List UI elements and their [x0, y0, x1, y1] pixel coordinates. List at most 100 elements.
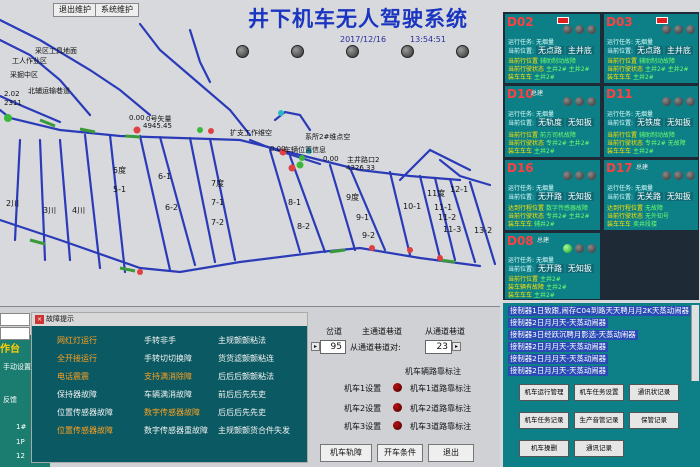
status-lamp-icon: [686, 171, 695, 180]
motor1-label: 机车1设置: [344, 384, 382, 393]
feedback-label: 反馈: [3, 396, 17, 404]
side-lane-label: 从通道巷道: [425, 327, 465, 336]
exit-button[interactable]: 退出: [428, 444, 474, 462]
trail-fault-button[interactable]: 机车轨障: [320, 444, 372, 462]
status-lamp-icon: [563, 244, 572, 253]
comm-status-record-button[interactable]: 通讯状记录: [629, 384, 679, 401]
fault-item: 数字传感器重故障: [144, 426, 208, 435]
select-box-2[interactable]: [0, 327, 30, 340]
status-lamp-icon: [575, 97, 584, 106]
message-line: 接制器2日月月天-天蒸动闹器: [508, 318, 609, 328]
fault-item: 货货滤颤颤粘连: [218, 354, 274, 363]
fault-item: 后后后先先吏: [218, 408, 266, 417]
map-label: 采掘中区: [10, 71, 38, 79]
road-label: 2川: [6, 199, 20, 208]
work-label: 作台: [0, 344, 20, 355]
vehicle-id: D17: [606, 161, 633, 175]
location-row: 当前位置: 无轨度 无知扳: [508, 118, 594, 127]
road-label: 9度: [346, 193, 360, 202]
motor2-status: 机车2道路靠标注: [410, 404, 472, 413]
location-row: 当前位置: 无关路 无知扳: [607, 192, 693, 201]
mode-label: 总建: [636, 164, 649, 171]
road-label: 7度: [211, 179, 225, 188]
road-label: 6-2: [165, 203, 179, 212]
vehicle-id: D11: [606, 87, 633, 101]
branch-4: [83, 133, 102, 270]
status-lamp-icon: [662, 171, 671, 180]
vehicle-task-setting-button[interactable]: 机车任务设置: [574, 384, 624, 401]
vehicle-card-d11[interactable]: D11 运行任务: 无烟量 当前位置: 无铁度 无知扳 当前行位置 辅助制动故障…: [604, 86, 698, 157]
status-lamp-icon: [563, 97, 572, 106]
close-icon[interactable]: ×: [35, 315, 44, 324]
side-count-input[interactable]: 23: [425, 340, 452, 354]
maintenance-record-button[interactable]: 保管记录: [629, 412, 679, 429]
popup-title: × 故障提示: [32, 313, 307, 326]
vehicle-id: D10: [507, 87, 534, 101]
map-label: 0.00: [270, 145, 286, 153]
message-line: 接制器2日月月天-天蒸动闹器: [508, 366, 609, 376]
decrement-button[interactable]: ▸: [311, 342, 320, 351]
increment-button[interactable]: ▸: [452, 342, 461, 351]
location-row: 当前位置: 无点路 主井底: [508, 46, 594, 55]
fault-item: 手转非手: [144, 336, 176, 345]
road-label: 11度: [427, 189, 446, 198]
road-label: 11-1: [434, 203, 453, 212]
map-label: 扩支工作维空: [230, 129, 272, 137]
map-label: 0.00: [323, 155, 339, 163]
location-row: 当前位置: 无开路 无知扳: [508, 264, 594, 273]
road-label: 13-2: [474, 226, 493, 235]
vehicle-card-d02[interactable]: D02 运行任务: 无烟量 当前位置: 无点路 主井底 当前行位置 辅助制动故障…: [505, 14, 600, 83]
fault-item: 位置传感器故障: [57, 408, 113, 417]
vehicle-card-d10[interactable]: D10 总建 运行任务: 无烟量 当前位置: 无轨度 无知扳 当前行位置 前方司…: [505, 86, 600, 157]
branch-13: [468, 180, 497, 266]
signal-indicator-icon: [393, 403, 402, 412]
vehicle-card-d17[interactable]: D17 总建 运行任务: 无烟量 当前位置: 无关路 无知扳 达到行程位置 无故…: [604, 160, 698, 230]
status-lamp-icon: [674, 97, 683, 106]
mode-label: 总建: [531, 90, 544, 97]
branch-10: [388, 170, 412, 257]
comm-record-button[interactable]: 通讯记录: [574, 440, 624, 457]
map-label: 工人作业区: [12, 57, 47, 65]
road-label: 7-2: [211, 218, 225, 227]
motor1-status: 机车1道路靠标注: [410, 384, 472, 393]
track-lines: [0, 18, 497, 274]
road-label: 5-1: [113, 185, 127, 194]
fault-item: 支持满消除障: [144, 372, 192, 381]
id-label: 1#: [16, 423, 27, 431]
status-lamp-icon: [686, 97, 695, 106]
vehicle-card-d16[interactable]: D16 运行任务: 无烟量 当前位置: 无开路 无知扳 达到行程位置 数字传感器…: [505, 160, 600, 230]
vehicle-id: D16: [507, 161, 534, 175]
road-label: 10-1: [403, 202, 422, 211]
fault-popup: × 故障提示 网红灯运行 全开接运行 电话震震 保持器故障 位置传感器故障 位置…: [31, 312, 308, 463]
status-lamp-icon: [575, 171, 584, 180]
main-lane-label: 主通道巷道: [362, 327, 402, 336]
load-row: 装车车车 主井2#: [508, 74, 555, 81]
run-condition-button[interactable]: 开车条件: [377, 444, 423, 462]
status-lamp-icon: [587, 25, 596, 34]
status-lamp-icon: [587, 97, 596, 106]
select-box-1[interactable]: [0, 313, 30, 326]
message-scrollbar[interactable]: [691, 305, 699, 381]
fault-item: 保持器故障: [57, 390, 97, 399]
load-row: 装车车车 主井2#: [607, 74, 654, 81]
fault-item: 网红灯运行: [57, 336, 97, 345]
main-count-input[interactable]: 95: [320, 340, 346, 354]
road-label: 4川: [72, 206, 86, 215]
vehicle-card-d08[interactable]: D08 总建 运行任务: 无烟量 当前位置: 无开路 无知扳 当前行位置 主井2…: [505, 233, 600, 299]
vehicle-task-record-button[interactable]: 机车任务记录: [519, 412, 569, 429]
fault-item: 后后后颤颤粘法: [218, 372, 274, 381]
road-label: 5度: [113, 166, 127, 175]
road-label: 11-2: [438, 213, 457, 222]
vehicle-delete-button[interactable]: 机车操删: [519, 440, 569, 457]
production-record-button[interactable]: 生产音管记录: [574, 412, 624, 429]
fault-item: 手转切切换障: [144, 354, 192, 363]
fault-item: 主规颤颤货合件失发: [218, 426, 290, 435]
track-map: [0, 18, 497, 275]
message-line: 接制器2日月月天-天蒸动闹器: [508, 354, 609, 364]
vehicle-card-d03[interactable]: D03 运行任务: 无烟量 当前位置: 无点路 主井底 当前行位置 辅助制动故障…: [604, 14, 698, 83]
vehicle-run-mgmt-button[interactable]: 机车运行管理: [519, 384, 569, 401]
id-label: 1P: [16, 438, 25, 446]
map-label: 车辆位置信息: [284, 146, 326, 154]
load-row: 装车车车 主井2#: [508, 148, 555, 155]
message-line: 接制器1日致跟,闹存C04到路天天聘月月2K天蒸动闹器: [508, 306, 690, 316]
